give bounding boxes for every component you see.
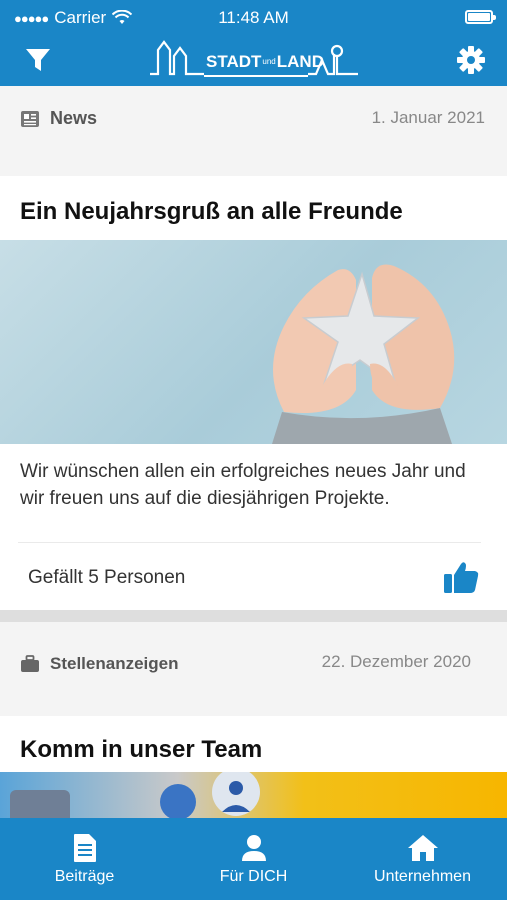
post-category: News [20,108,97,129]
home-icon [407,835,438,861]
post-excerpt: Wir wünschen allen ein erfolgreiches neu… [20,461,466,509]
thumbs-up-icon [444,562,479,593]
app-bar: STADTundLAND [0,34,507,86]
filter-icon [26,49,50,71]
gear-icon [457,46,485,74]
settings-button[interactable] [451,42,491,78]
post-separator [0,610,507,622]
post-title[interactable]: Komm in unser Team [0,716,507,772]
logo-text: STADTundLAND [206,52,324,72]
post-meta: News 1. Januar 2021 [0,86,507,176]
app-logo: STADTundLAND [148,34,360,82]
tab-label: Für DICH [219,868,288,885]
newspaper-icon [21,110,39,127]
battery-icon [465,10,496,24]
post-meta: Stellenanzeigen 22. Dezember 2020 [0,622,507,716]
tab-unternehmen[interactable]: Unternehmen [338,818,507,900]
team-image [10,768,260,818]
category-label: Stellenanzeigen [50,654,179,673]
status-time: 11:48 AM [218,8,289,27]
logo-text-right: LAND [276,52,324,71]
post-category: Stellenanzeigen [20,654,178,674]
post-date: 1. Januar 2021 [371,108,485,127]
post-date: 22. Dezember 2020 [321,652,471,671]
briefcase-icon [21,655,39,672]
filter-button[interactable] [18,42,58,78]
status-bar: ●●●●● Carrier 11:48 AM [0,0,507,34]
like-button[interactable] [441,557,481,597]
tab-label: Beiträge [54,868,115,885]
app-header: ●●●●● Carrier 11:48 AM STADTundLAND [0,0,507,86]
post-title[interactable]: Ein Neujahrsgruß an alle Freunde [0,176,507,240]
likes-count: Gefällt 5 Personen [28,567,186,588]
post-image[interactable] [0,768,507,818]
logo-text-left: STADT [206,52,262,71]
logo-text-small: und [262,57,276,66]
likes-row: Gefällt 5 Personen [18,542,481,610]
hands-with-star-image [272,264,455,444]
document-icon [73,834,96,862]
tab-label: Unternehmen [374,868,471,885]
tab-fuer-dich[interactable]: Für DICH [169,818,338,900]
feed[interactable]: News 1. Januar 2021 Ein Neujahrsgruß an … [0,86,507,818]
category-label: News [50,108,98,128]
post-image[interactable] [0,240,507,444]
post-card[interactable]: Ein Neujahrsgruß an alle Freunde Wir wün… [0,176,507,610]
tab-beitraege[interactable]: Beiträge [0,818,169,900]
person-icon [241,835,266,861]
bottom-tab-bar: Beiträge Für DICH Unternehmen [0,818,507,900]
